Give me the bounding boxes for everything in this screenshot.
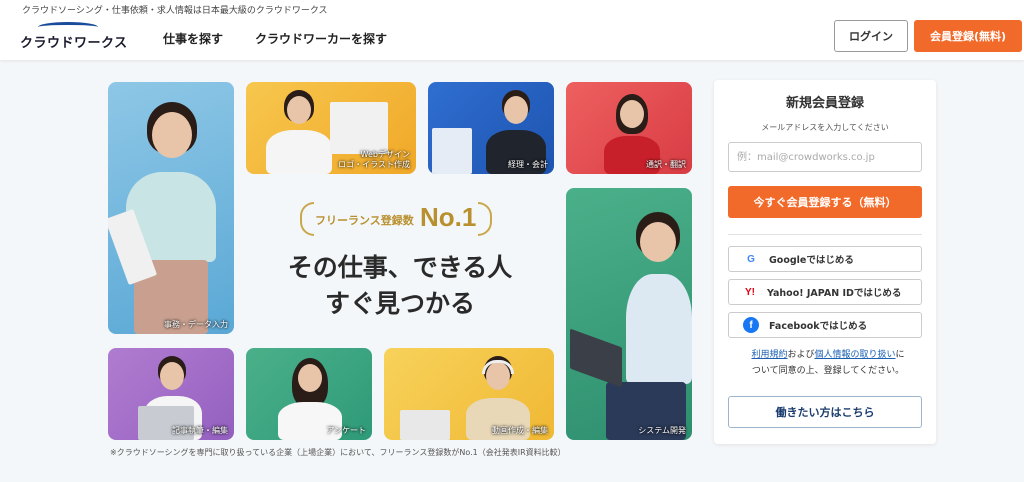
tile-caption: 事務・データ入力 <box>164 320 228 329</box>
site-tagline: クラウドソーシング・仕事依頼・求人情報は日本最大級のクラウドワークス <box>22 6 328 16</box>
nav-find-jobs[interactable]: 仕事を探す <box>163 30 223 47</box>
category-tile-accounting[interactable]: 経理・会計 <box>428 82 554 174</box>
signup-title: 新規会員登録 <box>785 96 864 111</box>
signup-panel: 新規会員登録 メールアドレスを入力してください 今すぐ会員登録する（無料） G … <box>714 80 936 444</box>
category-tile-translation[interactable]: 通訳・翻訳 <box>566 82 692 174</box>
category-tile-survey[interactable]: アンケート <box>246 348 372 440</box>
register-button[interactable]: 今すぐ会員登録する（無料） <box>728 186 922 218</box>
laurel-left-icon <box>300 202 314 236</box>
privacy-link[interactable]: 個人情報の取り扱い <box>815 350 896 360</box>
logo-swoosh-icon <box>38 22 98 32</box>
divider <box>728 234 922 235</box>
category-tile-video[interactable]: 動画作成・編集 <box>384 348 554 440</box>
header-register-button[interactable]: 会員登録(無料) <box>914 20 1022 52</box>
photo-man-engineer <box>596 212 692 440</box>
signup-subtitle: メールアドレスを入力してください <box>761 123 889 132</box>
photo-woman-office <box>108 102 226 334</box>
tile-caption: Webデザイン ロゴ・イラスト作成 <box>338 150 410 169</box>
google-label: Googleではじめる <box>769 255 854 266</box>
laurel-right-icon <box>478 202 492 236</box>
tile-caption: システム開発 <box>638 426 686 435</box>
logo-text: クラウドワークス <box>20 36 128 51</box>
yahoo-label: Yahoo! JAPAN IDではじめる <box>767 288 902 299</box>
google-icon: G <box>747 253 755 265</box>
category-tile-webdesign[interactable]: Webデザイン ロゴ・イラスト作成 <box>246 82 416 174</box>
badge-rank: No.1 <box>420 202 477 232</box>
logo[interactable]: クラウドワークス <box>20 22 127 52</box>
tile-caption: 経理・会計 <box>508 160 548 169</box>
facebook-signup-button[interactable]: f Facebookではじめる <box>728 312 922 338</box>
site-header: クラウドソーシング・仕事依頼・求人情報は日本最大級のクラウドワークス クラウドワ… <box>0 0 1024 60</box>
hero-headline: その仕事、できる人 すぐ見つかる <box>287 253 513 319</box>
terms-link[interactable]: 利用規約 <box>751 350 787 360</box>
tile-caption: 記事執筆・編集 <box>172 426 228 435</box>
yahoo-icon: Y! <box>745 286 755 298</box>
nav-find-workers[interactable]: クラウドワーカーを探す <box>255 30 387 47</box>
category-tile-writing[interactable]: 記事執筆・編集 <box>108 348 234 440</box>
tile-caption: 通訳・翻訳 <box>646 160 686 169</box>
facebook-icon: f <box>743 317 759 333</box>
category-tile-office[interactable]: 事務・データ入力 <box>108 82 234 334</box>
hero-footnote: ※クラウドソーシングを専門に取り扱っている企業（上場企業）において、フリーランス… <box>110 448 566 457</box>
facebook-label: Facebookではじめる <box>769 321 868 332</box>
terms-notice: 利用規約および個人情報の取り扱いに ついて同意の上、登録してください。 <box>751 350 905 377</box>
no1-badge: フリーランス登録数 No.1 <box>300 200 500 240</box>
tile-caption: アンケート <box>326 426 366 435</box>
email-field[interactable] <box>728 142 922 172</box>
photo-woman-designer <box>258 90 338 174</box>
badge-text: フリーランス登録数 <box>315 214 414 227</box>
login-button[interactable]: ログイン <box>834 20 908 52</box>
yahoo-signup-button[interactable]: Y! Yahoo! JAPAN IDではじめる <box>728 279 922 305</box>
tile-caption: 動画作成・編集 <box>492 426 548 435</box>
worker-signup-button[interactable]: 働きたい方はこちら <box>728 396 922 428</box>
monitor-image <box>330 102 388 154</box>
google-signup-button[interactable]: G Googleではじめる <box>728 246 922 272</box>
category-tile-system[interactable]: システム開発 <box>566 188 692 440</box>
